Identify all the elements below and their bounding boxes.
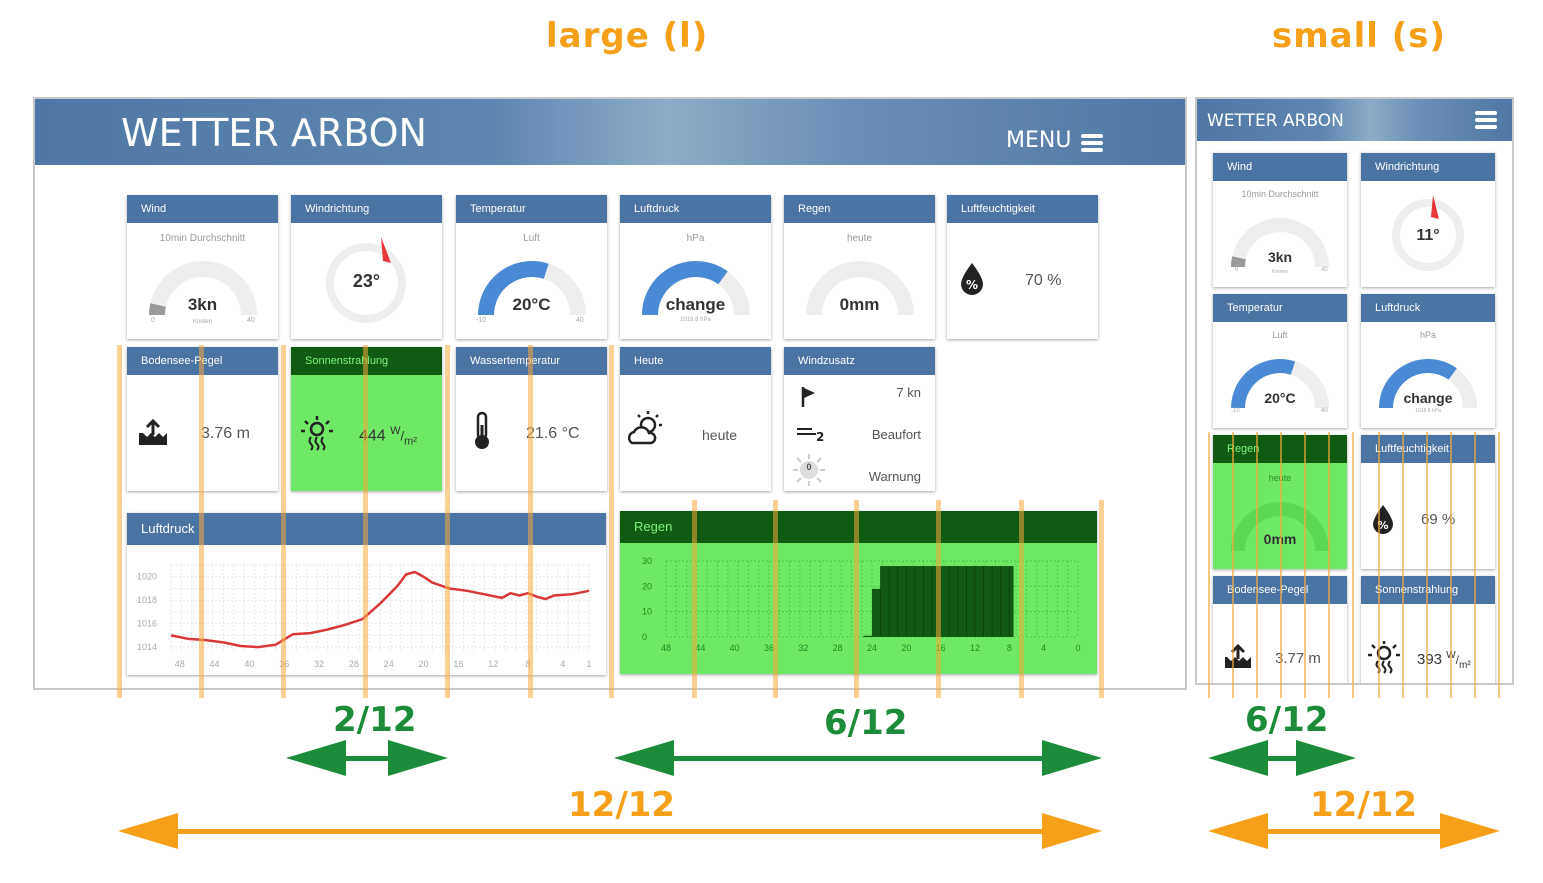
arrow-2-12 bbox=[286, 740, 448, 776]
arrow-6-12 bbox=[614, 740, 1102, 776]
arrow-small-12-12 bbox=[1208, 813, 1500, 849]
arrow-12-12 bbox=[118, 813, 1102, 849]
arrow-small-6-12 bbox=[1208, 740, 1356, 776]
span-arrows bbox=[118, 740, 1500, 849]
